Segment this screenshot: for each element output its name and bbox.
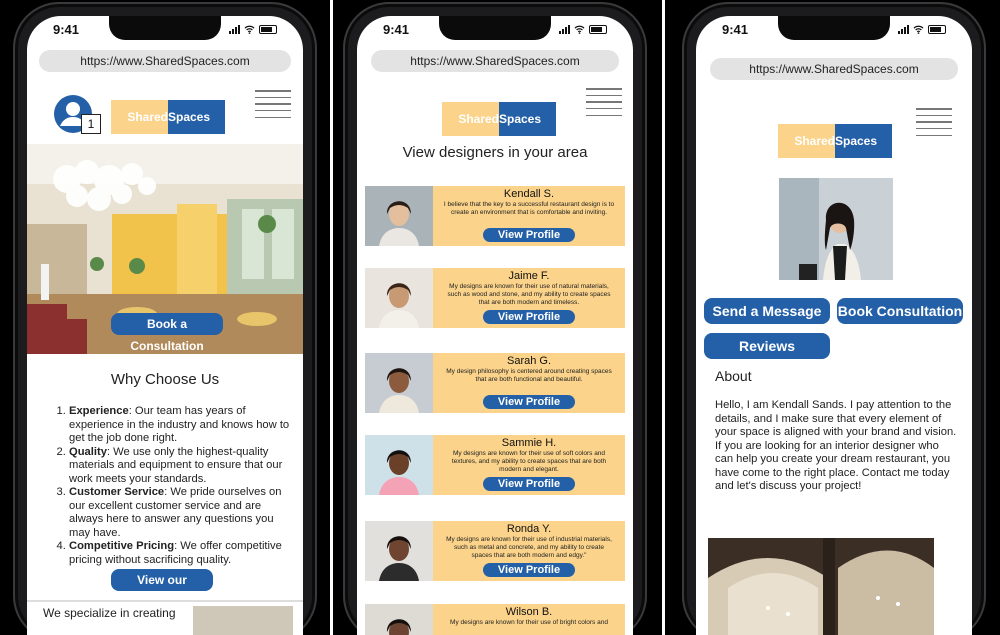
view-profile-button[interactable]: View Profile (483, 563, 575, 577)
send-message-button[interactable]: Send a Message (704, 298, 830, 324)
list-item: Quality: We use only the highest-quality… (69, 446, 295, 487)
menu-icon[interactable] (586, 88, 622, 116)
reasons-list: Experience: Our team has years of experi… (55, 405, 295, 567)
phone-notch (109, 16, 221, 40)
designer-description: My designs are known for their use of so… (451, 450, 607, 473)
specialize-section: We specialize in creating (27, 600, 303, 635)
designer-info: Sammie H. My designs are known for their … (433, 435, 625, 495)
signal-icon (898, 25, 909, 34)
signal-icon (559, 25, 570, 34)
phone-notch (778, 16, 890, 40)
status-time: 9:41 (722, 22, 749, 37)
book-consultation-button[interactable]: Book a Consultation (111, 313, 223, 353)
designer-portrait (779, 178, 893, 280)
mockup-stage: 9:41 https://www.SharedSpaces.com 1 Shar… (0, 0, 1000, 635)
about-heading: About (715, 368, 752, 384)
designer-name: Sarah G. (506, 355, 552, 367)
designer-photo (365, 268, 433, 328)
url-bar[interactable]: https://www.SharedSpaces.com (39, 50, 291, 72)
status-time: 9:41 (383, 22, 410, 37)
designer-card: Jaime F. My designs are known for their u… (365, 268, 625, 330)
phone-home: 9:41 https://www.SharedSpaces.com 1 Shar… (13, 2, 317, 635)
why-choose-us-heading: Why Choose Us (110, 371, 220, 388)
brand-logo[interactable]: Shared Spaces (111, 100, 225, 134)
view-profile-button[interactable]: View Profile (483, 310, 575, 324)
view-profile-button[interactable]: View Profile (483, 395, 575, 409)
profile-screen: 9:41 https://www.SharedSpaces.com Shared… (696, 16, 972, 635)
url-bar[interactable]: https://www.SharedSpaces.com (710, 58, 958, 80)
status-icons (229, 25, 277, 34)
battery-icon (259, 25, 277, 34)
designer-description: My design philosophy is centered around … (446, 368, 612, 383)
designer-info: Kendall S. I believe that the key to a su… (433, 186, 625, 246)
phone-profile: 9:41 https://www.SharedSpaces.com Shared… (682, 2, 986, 635)
designer-info: Sarah G. My design philosophy is centered… (433, 353, 625, 413)
wifi-icon (244, 25, 255, 34)
book-consultation-button[interactable]: Book Consultation (837, 298, 963, 324)
designer-photo (365, 521, 433, 581)
brand-logo[interactable]: Shared Spaces (442, 102, 556, 136)
designer-card: Kendall S. I believe that the key to a su… (365, 186, 625, 248)
designer-name: Ronda Y. (506, 523, 552, 535)
designer-info: Jaime F. My designs are known for their u… (433, 268, 625, 328)
designer-photo (365, 353, 433, 413)
phone-notch (439, 16, 551, 40)
battery-icon (589, 25, 607, 34)
status-icons (898, 25, 946, 34)
battery-icon (928, 25, 946, 34)
view-portfolio-button[interactable]: View our Portfolio (111, 569, 213, 609)
designer-info: Ronda Y. My designs are known for their u… (433, 521, 625, 581)
wifi-icon (574, 25, 585, 34)
designer-photo (365, 186, 433, 246)
home-screen: 9:41 https://www.SharedSpaces.com 1 Shar… (27, 16, 303, 635)
url-bar[interactable]: https://www.SharedSpaces.com (371, 50, 619, 72)
designer-info: Wilson B. My designs are known for their … (433, 604, 625, 635)
view-profile-button[interactable]: View Profile (483, 228, 575, 242)
designer-description: I believe that the key to a successful r… (443, 201, 615, 216)
list-item: Competitive Pricing: We offer competitiv… (69, 540, 295, 567)
designer-description: My designs are known for their use of br… (450, 619, 608, 626)
brand-logo[interactable]: Shared Spaces (778, 124, 892, 158)
status-time: 9:41 (53, 22, 80, 37)
ceiling-photo (708, 538, 934, 635)
designer-name: Sammie H. (501, 437, 557, 449)
panel-divider (330, 0, 333, 635)
designer-card: Sarah G. My design philosophy is centered… (365, 353, 625, 415)
signal-icon (229, 25, 240, 34)
list-item: Experience: Our team has years of experi… (69, 405, 295, 446)
designer-card: Sammie H. My designs are known for their … (365, 435, 625, 497)
view-profile-button[interactable]: View Profile (483, 477, 575, 491)
specialize-text: We specialize in creating (43, 606, 176, 620)
designer-name: Wilson B. (505, 606, 553, 618)
designer-description: My designs are known for their use of na… (447, 283, 611, 306)
designer-photo (365, 604, 433, 635)
designer-photo (365, 435, 433, 495)
menu-icon[interactable] (255, 90, 291, 118)
wifi-icon (913, 25, 924, 34)
list-item: Customer Service: We pride ourselves on … (69, 486, 295, 540)
restaurant-photo (708, 538, 934, 635)
designers-screen: 9:41 https://www.SharedSpaces.com Shared… (357, 16, 633, 635)
status-icons (559, 25, 607, 34)
phone-designers: 9:41 https://www.SharedSpaces.com Shared… (343, 2, 647, 635)
kendall-photo (779, 178, 893, 280)
cart-count-badge[interactable]: 1 (81, 114, 101, 134)
panel-divider (662, 0, 665, 635)
designer-name: Kendall S. (503, 188, 555, 200)
about-text: Hello, I am Kendall Sands. I pay attenti… (715, 399, 957, 492)
designers-heading: View designers in your area (402, 144, 588, 161)
designer-name: Jaime F. (508, 270, 550, 282)
designer-card: Ronda Y. My designs are known for their u… (365, 521, 625, 583)
reviews-button[interactable]: Reviews (704, 333, 830, 359)
menu-icon[interactable] (916, 108, 952, 136)
designer-card: Wilson B. My designs are known for their … (365, 604, 625, 635)
section-thumbnail (193, 606, 293, 635)
designer-description: My designs are known for their use of in… (446, 536, 612, 559)
